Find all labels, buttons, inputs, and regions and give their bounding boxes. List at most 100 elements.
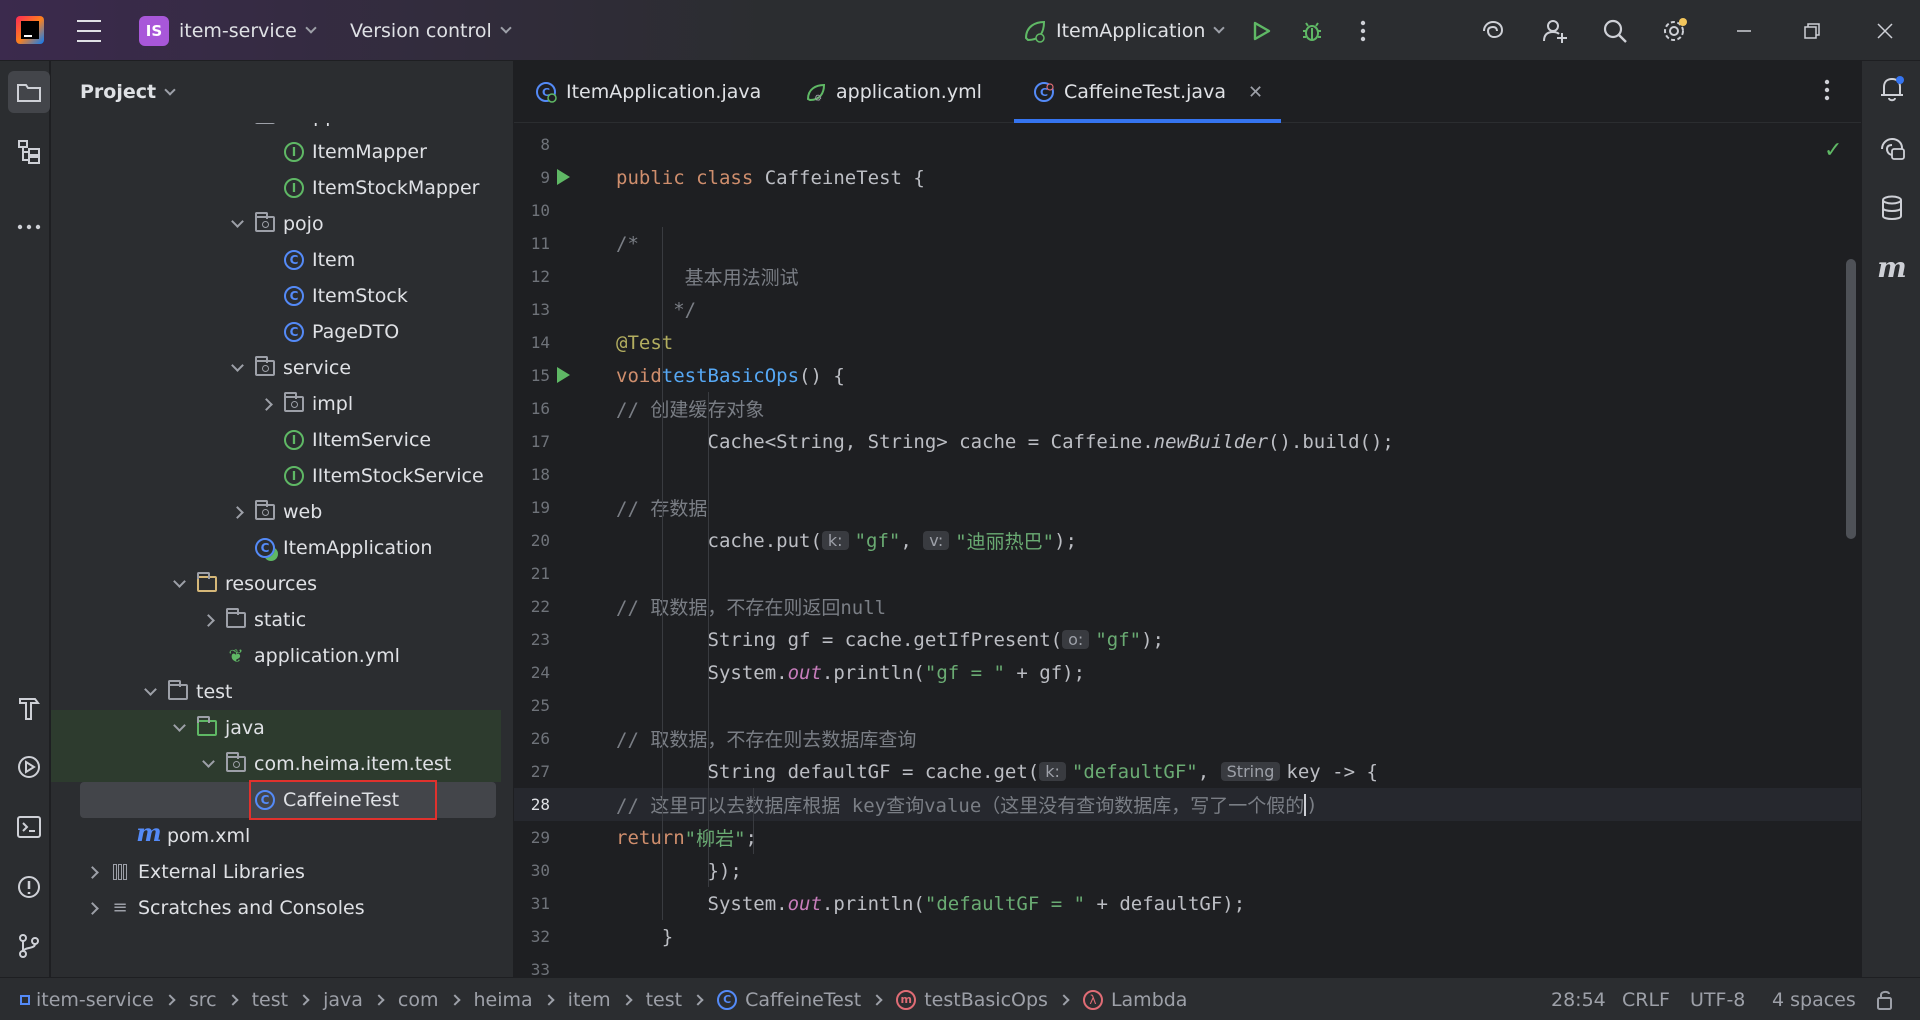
line-number[interactable]: 31	[514, 894, 550, 913]
tab-caffeinetest[interactable]: C CaffeineTest.java ✕	[1014, 61, 1282, 123]
line-number[interactable]: 19	[514, 498, 550, 517]
code-line[interactable]: return "柳岩";	[616, 821, 757, 854]
breadcrumb-item[interactable]: item-service	[36, 989, 154, 1011]
code-line[interactable]: */	[616, 293, 696, 326]
line-number[interactable]: 32	[514, 927, 550, 946]
tree-item-pojo[interactable]: pojo	[51, 206, 501, 242]
line-number[interactable]: 26	[514, 729, 550, 748]
tree-item-mapper[interactable]: mapper	[51, 123, 501, 134]
tree-item-application-yml[interactable]: ❦ application.yml	[51, 638, 501, 674]
git-branch-icon[interactable]	[8, 925, 50, 967]
line-number[interactable]: 10	[514, 201, 550, 220]
code-line[interactable]: // 创建缓存对象	[616, 392, 764, 425]
close-tab-icon[interactable]: ✕	[1248, 82, 1263, 103]
structure-tool-icon[interactable]	[8, 131, 50, 173]
tree-item-itemstockmapper[interactable]: I ItemStockMapper	[51, 170, 501, 206]
settings-gear-icon[interactable]	[1659, 16, 1689, 46]
run-gutter-icon[interactable]	[557, 367, 570, 383]
editor-scrollbar[interactable]	[1846, 259, 1856, 539]
code-line[interactable]: public class CaffeineTest {	[616, 161, 925, 194]
chevron-right-icon[interactable]	[202, 613, 215, 627]
breadcrumb-item[interactable]: test	[646, 989, 683, 1011]
terminal-icon[interactable]	[8, 806, 50, 848]
caret-position[interactable]: 28:54	[1551, 978, 1606, 1020]
tree-item-resources[interactable]: resources	[51, 566, 501, 602]
chevron-right-icon[interactable]	[260, 397, 273, 411]
line-number[interactable]: 25	[514, 696, 550, 715]
line-number[interactable]: 13	[514, 300, 550, 319]
problems-icon[interactable]	[8, 866, 50, 908]
breadcrumb-item[interactable]: test	[252, 989, 289, 1011]
tree-item-com-heima-item-test[interactable]: com.heima.item.test	[51, 746, 501, 782]
tree-item-scratches-and-consoles[interactable]: ≡ Scratches and Consoles	[51, 890, 501, 926]
file-encoding[interactable]: UTF-8	[1690, 978, 1745, 1020]
line-number[interactable]: 24	[514, 663, 550, 682]
line-number[interactable]: 30	[514, 861, 550, 880]
chevron-right-icon[interactable]	[231, 505, 244, 519]
code-line[interactable]: void testBasicOps() {	[616, 359, 845, 392]
tab-itemapplication[interactable]: C ItemApplication.java	[534, 61, 761, 123]
tree-item-itemapplication[interactable]: C ItemApplication	[51, 530, 501, 566]
code-line[interactable]: @Test	[616, 326, 673, 359]
code-line[interactable]: String defaultGF = cache.get(k: "defaultG…	[616, 755, 1378, 788]
line-separator[interactable]: CRLF	[1622, 978, 1670, 1020]
code-line[interactable]: Cache<String, String> cache = Caffeine. n…	[616, 425, 1394, 458]
tree-item-impl[interactable]: impl	[51, 386, 501, 422]
tree-item-java[interactable]: java	[51, 710, 501, 746]
chevron-down-icon[interactable]	[144, 683, 157, 696]
restore-icon[interactable]	[1797, 16, 1827, 46]
project-header[interactable]: Project	[51, 61, 514, 123]
line-number[interactable]: 15	[514, 366, 550, 385]
debug-icon[interactable]	[1297, 16, 1327, 46]
breadcrumb-item[interactable]: heima	[474, 989, 533, 1011]
maven-icon[interactable]: m	[1876, 251, 1908, 284]
chevron-down-icon[interactable]	[231, 215, 244, 228]
tree-item-external-libraries[interactable]: External Libraries	[51, 854, 501, 890]
tree-item-test[interactable]: test	[51, 674, 501, 710]
build-hammer-icon[interactable]	[8, 687, 50, 729]
line-number[interactable]: 18	[514, 465, 550, 484]
tree-item-itemmapper[interactable]: I ItemMapper	[51, 134, 501, 170]
indent-setting[interactable]: 4 spaces	[1772, 978, 1856, 1020]
close-window-icon[interactable]	[1870, 16, 1900, 46]
breadcrumb-item[interactable]: testBasicOps	[924, 989, 1048, 1011]
breadcrumb-item[interactable]: item	[568, 989, 611, 1011]
tree-item-pagedto[interactable]: C PageDTO	[51, 314, 501, 350]
line-number[interactable]: 27	[514, 762, 550, 781]
code-line[interactable]: }	[616, 920, 673, 953]
lock-icon[interactable]	[1876, 978, 1896, 1020]
line-number[interactable]: 28	[514, 795, 550, 814]
tabs-menu-icon[interactable]	[1824, 79, 1830, 106]
run-gutter-icon[interactable]	[557, 169, 570, 185]
more-actions-icon[interactable]	[1348, 16, 1378, 46]
chevron-down-icon[interactable]	[173, 719, 186, 732]
chevron-down-icon[interactable]	[173, 575, 186, 588]
search-icon[interactable]	[1600, 16, 1630, 46]
tree-item-caffeinetest[interactable]: C CaffeineTest	[51, 780, 501, 820]
line-number[interactable]: 23	[514, 630, 550, 649]
breadcrumb-item[interactable]: java	[323, 989, 363, 1011]
line-number[interactable]: 12	[514, 267, 550, 286]
project-selector[interactable]: item-service	[179, 0, 317, 61]
breadcrumb-item[interactable]: CaffeineTest	[745, 989, 861, 1011]
line-number[interactable]: 8	[514, 135, 550, 154]
code-line[interactable]: // 这里可以去数据库根据 key查询value（这里没有查询数据库，写了一个假…	[616, 788, 1318, 821]
services-icon[interactable]	[8, 746, 50, 788]
line-number[interactable]: 14	[514, 333, 550, 352]
code-line[interactable]: System. out .println("defaultGF = " + defa…	[616, 887, 1246, 920]
project-badge[interactable]: IS	[139, 16, 169, 46]
add-user-icon[interactable]	[1540, 16, 1570, 46]
ai-chat-icon[interactable]	[1876, 133, 1908, 165]
more-tools-icon[interactable]	[8, 206, 50, 248]
tree-item-service[interactable]: service	[51, 350, 501, 386]
tree-item-static[interactable]: static	[51, 602, 501, 638]
code-line[interactable]: /*	[616, 227, 639, 260]
line-number[interactable]: 29	[514, 828, 550, 847]
vcs-selector[interactable]: Version control	[350, 0, 512, 61]
intellij-logo-icon[interactable]	[16, 16, 44, 44]
minimize-icon[interactable]	[1729, 16, 1759, 46]
code-line[interactable]: String gf = cache.getIfPresent(o: "gf");	[616, 623, 1164, 656]
no-problems-check-icon[interactable]: ✓	[1824, 138, 1842, 163]
line-number[interactable]: 11	[514, 234, 550, 253]
chevron-right-icon[interactable]	[86, 865, 99, 879]
